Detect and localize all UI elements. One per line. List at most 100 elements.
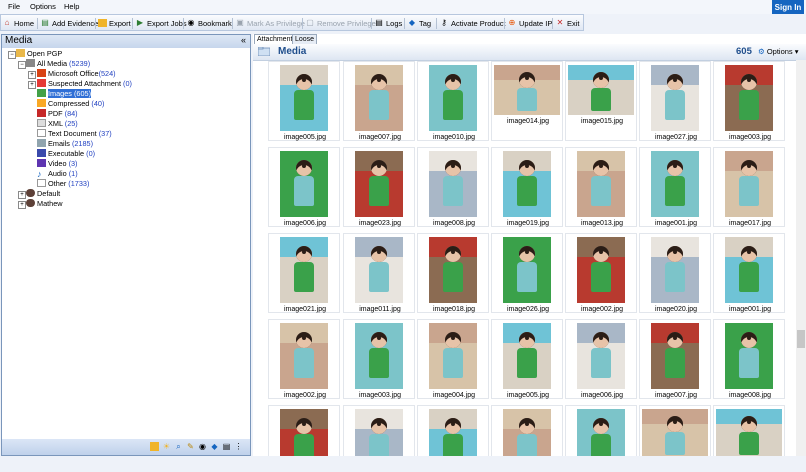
folder-icon	[16, 49, 25, 57]
thumbnail-item[interactable]	[639, 405, 711, 456]
export-button[interactable]: Export	[98, 16, 131, 30]
overflow-icon[interactable]: ⋮	[234, 442, 243, 451]
thumbnail-item[interactable]: image021.jpg	[268, 233, 340, 313]
thumbnail-item[interactable]: image001.jpg	[713, 233, 785, 313]
expand-toggle[interactable]: +	[28, 81, 36, 89]
thumbnail-item[interactable]	[343, 405, 415, 456]
audio-icon: ♪	[37, 169, 42, 179]
menu-file[interactable]: File	[8, 2, 20, 11]
thumbnail-item[interactable]: image007.jpg	[639, 319, 711, 399]
tree-count: (37)	[98, 129, 112, 138]
thumbnail-item[interactable]	[491, 405, 563, 456]
photo-subject	[593, 418, 609, 435]
thumbnail-item[interactable]: image023.jpg	[343, 147, 415, 227]
tree-item-suspected-attachment[interactable]: Suspected Attachment (0)	[37, 79, 132, 89]
tree-item-pdf[interactable]: PDF (84)	[37, 109, 78, 119]
thumbnail-item[interactable]	[565, 405, 637, 456]
thumbnail-item[interactable]: image005.jpg	[491, 319, 563, 399]
options-dropdown[interactable]: ⚙ Options ▾	[758, 47, 799, 56]
thumbnail-item[interactable]: image014.jpg	[491, 61, 563, 141]
tag-button[interactable]: ◆ Tag	[407, 16, 431, 30]
thumbnail-item[interactable]: image003.jpg	[713, 61, 785, 141]
menu-help[interactable]: Help	[64, 2, 79, 11]
tree-item-open-pgp[interactable]: Open PGP	[16, 49, 62, 59]
thumbnail-item[interactable]: image008.jpg	[417, 147, 489, 227]
search-icon[interactable]: ⌕	[174, 442, 183, 451]
tree-item-text-document[interactable]: Text Document (37)	[37, 129, 112, 139]
thumbnail-item[interactable]: image011.jpg	[343, 233, 415, 313]
tree-item-images[interactable]: Images (605)	[37, 89, 92, 99]
thumbnail-item[interactable]: image020.jpg	[639, 233, 711, 313]
thumbnail-image	[577, 151, 625, 217]
thumbnail-item[interactable]	[417, 405, 489, 456]
expand-toggle[interactable]: +	[18, 201, 26, 209]
video-icon	[37, 159, 46, 167]
tree-count: (2185)	[71, 139, 94, 148]
tree-item-audio[interactable]: ♪ Audio (1)	[37, 169, 78, 179]
expand-toggle[interactable]: −	[8, 51, 16, 59]
sign-in-button[interactable]: Sign In	[772, 0, 804, 14]
folder-icon[interactable]	[150, 442, 159, 451]
tree-item-all-media[interactable]: All Media (5239)	[26, 59, 90, 69]
thumbnail-item[interactable]: image026.jpg	[491, 233, 563, 313]
thumbnail-item[interactable]: image006.jpg	[565, 319, 637, 399]
tree-item-executable[interactable]: Executable (0)	[37, 149, 95, 159]
thumbnail-item[interactable]: image010.jpg	[417, 61, 489, 141]
mark-privilege-button[interactable]: ▣ Mark As Privilege	[235, 16, 305, 30]
thumbnail-item[interactable]: image002.jpg	[565, 233, 637, 313]
thumbnail-item[interactable]: image006.jpg	[268, 147, 340, 227]
thumbnail-item[interactable]: image027.jpg	[639, 61, 711, 141]
collapse-panel-button[interactable]: «	[241, 35, 246, 45]
home-button[interactable]: ⌂ Home	[2, 16, 34, 30]
thumbnail-item[interactable]	[713, 405, 785, 456]
update-ip-button[interactable]: ⊕ Update IP	[507, 16, 553, 30]
thumbnail-item[interactable]: image018.jpg	[417, 233, 489, 313]
tag-icon[interactable]: ◆	[210, 442, 219, 451]
tree-item-xml[interactable]: XML (25)	[37, 119, 78, 129]
photo-subject	[296, 246, 312, 263]
clipboard-icon[interactable]: ▤	[222, 442, 231, 451]
expand-toggle[interactable]: +	[18, 191, 26, 199]
add-evidence-button[interactable]: ▤ Add Evidence	[40, 16, 98, 30]
thumbnail-item[interactable]: image004.jpg	[417, 319, 489, 399]
vertical-scrollbar[interactable]	[796, 60, 806, 456]
thumbnail-item[interactable]: image015.jpg	[565, 61, 637, 141]
thumbnail-item[interactable]: image013.jpg	[565, 147, 637, 227]
thumbnail-image	[651, 237, 699, 303]
thumbnail-item[interactable]: image008.jpg	[713, 319, 785, 399]
tree-item-other[interactable]: Other (1733)	[37, 179, 89, 189]
thumbnail-image	[429, 323, 477, 389]
activate-product-button[interactable]: ⚷ Activate Product	[439, 16, 506, 30]
photo-subject	[371, 418, 387, 435]
eye-icon[interactable]: ◉	[198, 442, 207, 451]
thumbnail-item[interactable]: image005.jpg	[268, 61, 340, 141]
tree-item-microsoft-office[interactable]: Microsoft Office(524)	[37, 69, 116, 79]
photo-subject-body	[665, 262, 685, 292]
photo-subject-body	[443, 176, 463, 206]
logs-button[interactable]: ▤ Logs	[374, 16, 402, 30]
toolbar: ⌂ Home ▤ Add Evidence Export ▶ Export Jobs …	[0, 14, 584, 31]
thumbnail-item[interactable]: image019.jpg	[491, 147, 563, 227]
export-jobs-button[interactable]: ▶ Export Jobs	[135, 16, 187, 30]
exit-button[interactable]: ✕ Exit	[555, 16, 580, 30]
thumbnail-item[interactable]: image002.jpg	[268, 319, 340, 399]
tree-item-emails[interactable]: Emails (2185)	[37, 139, 93, 149]
thumbnail-item[interactable]: image001.jpg	[639, 147, 711, 227]
pencil-icon[interactable]: ✎	[186, 442, 195, 451]
thumbnail-item[interactable]: image003.jpg	[343, 319, 415, 399]
scrollbar-thumb[interactable]	[797, 330, 805, 348]
tree-item-default[interactable]: Default	[26, 189, 60, 199]
tree-item-video[interactable]: Video (3)	[37, 159, 77, 169]
thumbnail-item[interactable]: image017.jpg	[713, 147, 785, 227]
thumbnail-item[interactable]	[268, 405, 340, 456]
menu-options[interactable]: Options	[30, 2, 56, 11]
bookmark-button[interactable]: ◉ Bookmark	[186, 16, 232, 30]
expand-toggle[interactable]: −	[18, 61, 26, 69]
thumbnail-item[interactable]: image007.jpg	[343, 61, 415, 141]
expand-toggle[interactable]: +	[28, 71, 36, 79]
tree-item-compressed[interactable]: Compressed (40)	[37, 99, 104, 109]
sun-icon[interactable]: ☀	[162, 442, 171, 451]
photo-subject	[371, 74, 387, 91]
tree-item-mathew[interactable]: Mathew	[26, 199, 63, 209]
remove-privilege-button[interactable]: ▢ Remove Privilege	[305, 16, 376, 30]
